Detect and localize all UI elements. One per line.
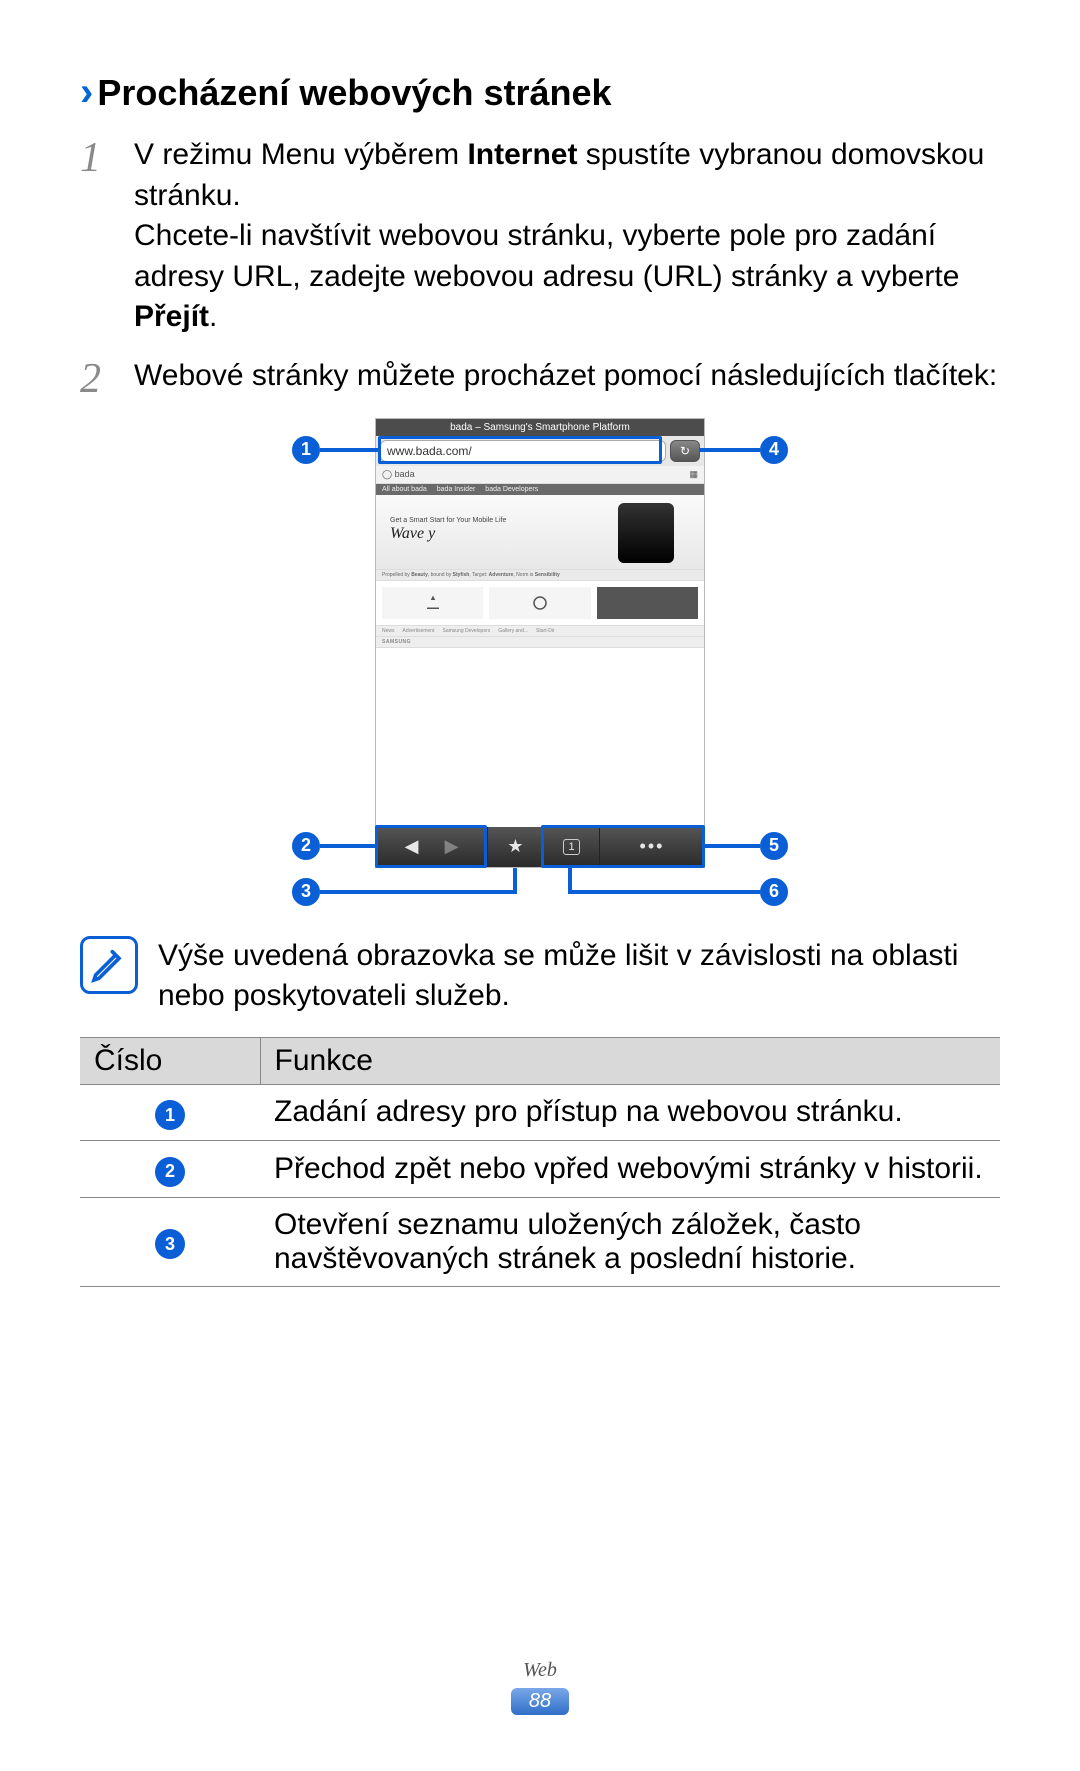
feature-phone-image	[597, 587, 698, 619]
step-bold: Přejít	[134, 300, 209, 333]
windows-button[interactable]: 1	[544, 827, 600, 867]
function-table: Číslo Funkce 1 Zadání adresy pro přístup…	[80, 1037, 1000, 1287]
site-header-bar: ◯ bada ▦	[376, 466, 704, 484]
page-footer: Web 88	[0, 1659, 1080, 1715]
step-body: Webové stránky můžete procházet pomocí n…	[134, 356, 997, 400]
step-body: V režimu Menu výběrem Internet spustíte …	[134, 135, 1000, 338]
browser-diagram: bada – Samsung's Smartphone Platform www…	[240, 418, 840, 908]
callout-line	[700, 448, 760, 452]
row-function: Zadání adresy pro přístup na webovou str…	[260, 1084, 1000, 1141]
table-row: 1 Zadání adresy pro přístup na webovou s…	[80, 1084, 1000, 1141]
browser-toolbar: ◀ ▶ ★ 1 •••	[376, 827, 704, 867]
hero-tagline: Get a Smart Start for Your Mobile Life	[390, 517, 506, 524]
table-row: 2 Přechod zpět nebo vpřed webovými strán…	[80, 1141, 1000, 1198]
callout-line	[320, 844, 375, 848]
chevron-right-icon: ›	[80, 70, 93, 114]
col-header-number: Číslo	[80, 1037, 260, 1084]
thin-nav-bar: NewsAdvertisementSamsung DevelopersGalle…	[376, 626, 704, 637]
callout-line	[320, 448, 378, 452]
callout-line-v	[513, 868, 517, 894]
webpage-content: ◯ bada ▦ All about badabada Insiderbada …	[376, 466, 704, 827]
callout-1: 1	[292, 436, 320, 464]
row-badge: 2	[155, 1157, 185, 1187]
row-badge: 3	[155, 1229, 185, 1259]
row-function: Otevření seznamu uložených záložek, čast…	[260, 1197, 1000, 1286]
feature-icon	[489, 587, 590, 619]
note-block: Výše uvedená obrazovka se může lišit v z…	[80, 936, 1000, 1017]
feature-row	[376, 581, 704, 626]
back-icon: ◀	[392, 836, 432, 857]
callout-line	[320, 890, 515, 894]
note-text: Výše uvedená obrazovka se může lišit v z…	[158, 936, 1000, 1017]
nav-back-forward[interactable]: ◀ ▶	[376, 827, 488, 867]
step-text: .	[209, 300, 217, 333]
step-2: 2 Webové stránky můžete procházet pomocí…	[80, 356, 1000, 400]
section-title-text: Procházení webových stránek	[97, 72, 611, 113]
refresh-button[interactable]: ↻	[670, 440, 700, 462]
callout-6: 6	[760, 878, 788, 906]
site-hero: Get a Smart Start for Your Mobile Life W…	[376, 495, 704, 570]
callout-5: 5	[760, 832, 788, 860]
col-header-function: Funkce	[260, 1037, 1000, 1084]
forward-icon: ▶	[432, 836, 472, 857]
more-icon: •••	[640, 836, 665, 857]
thin-footer-bar: SAMSUNG	[376, 637, 704, 648]
bookmarks-button[interactable]: ★	[488, 827, 544, 867]
step-1: 1 V režimu Menu výběrem Internet spustít…	[80, 135, 1000, 338]
row-badge: 1	[155, 1100, 185, 1130]
site-corner-icon: ▦	[689, 469, 698, 480]
callout-3: 3	[292, 878, 320, 906]
hero-footer-strip: Propelled by Beauty, bound by Styfish, T…	[376, 570, 704, 581]
callout-line	[705, 844, 760, 848]
step-number: 1	[80, 135, 134, 338]
site-logo-text: bada	[395, 469, 415, 479]
callout-2: 2	[292, 832, 320, 860]
step-text: Webové stránky můžete procházet pomocí n…	[134, 359, 997, 392]
browser-page-title: bada – Samsung's Smartphone Platform	[376, 419, 704, 436]
step-bold: Internet	[467, 138, 577, 171]
url-input[interactable]: www.bada.com/	[380, 440, 666, 462]
phone-screenshot: bada – Samsung's Smartphone Platform www…	[375, 418, 705, 868]
windows-icon: 1	[563, 839, 579, 855]
footer-page-number: 88	[511, 1688, 569, 1715]
callout-4: 4	[760, 436, 788, 464]
callout-line-v	[568, 868, 572, 894]
star-icon: ★	[507, 836, 523, 857]
refresh-icon: ↻	[680, 444, 690, 458]
hero-phone-image	[618, 503, 674, 563]
section-heading: ›Procházení webových stránek	[80, 70, 1000, 115]
url-bar-row: www.bada.com/ ↻	[376, 436, 704, 466]
samsung-logo-text: SAMSUNG	[382, 639, 411, 645]
hero-brand: Wave y	[390, 525, 435, 543]
more-button[interactable]: •••	[600, 827, 704, 867]
callout-line	[570, 890, 760, 894]
step-text: Chcete-li navštívit webovou stránku, vyb…	[134, 219, 959, 293]
step-number: 2	[80, 356, 134, 400]
note-icon	[80, 936, 138, 994]
feature-icon	[382, 587, 483, 619]
table-row: 3 Otevření seznamu uložených záložek, ča…	[80, 1197, 1000, 1286]
step-text: V režimu Menu výběrem	[134, 138, 467, 171]
row-function: Přechod zpět nebo vpřed webovými stránky…	[260, 1141, 1000, 1198]
footer-section-name: Web	[0, 1659, 1080, 1682]
site-nav-tabs: All about badabada Insiderbada Developer…	[376, 484, 704, 495]
